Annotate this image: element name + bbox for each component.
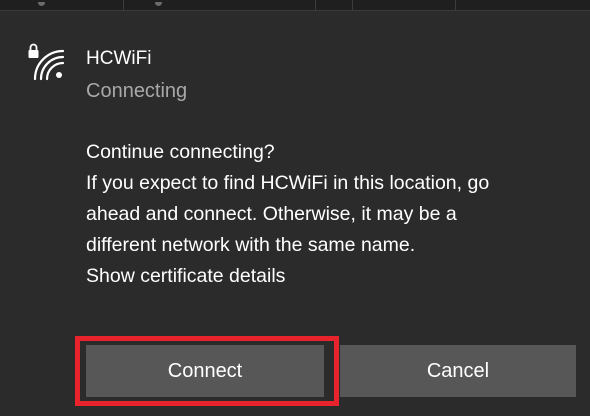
- connection-status: Connecting: [86, 80, 188, 102]
- divider: [455, 0, 456, 10]
- cancel-button[interactable]: Cancel: [340, 345, 576, 397]
- connect-button[interactable]: Connect: [86, 345, 324, 397]
- prompt-text-line: ahead and connect. Otherwise, it may be …: [86, 203, 457, 225]
- partial-icon: [38, 2, 45, 6]
- show-certificate-details-link[interactable]: Show certificate details: [86, 261, 578, 292]
- divider: [315, 0, 316, 10]
- taskbar-edge: [0, 0, 590, 11]
- prompt-text-line: different network with the same name.: [86, 234, 416, 256]
- secured-wifi-icon: [28, 43, 65, 81]
- divider: [123, 0, 124, 10]
- partial-icon: [155, 2, 162, 6]
- connection-prompt: Continue connecting? If you expect to fi…: [86, 137, 578, 292]
- wifi-flyout-panel: HCWiFi Connecting Continue connecting? I…: [0, 0, 590, 416]
- network-name: HCWiFi: [86, 48, 152, 69]
- prompt-text-line: If you expect to find HCWiFi in this loc…: [86, 172, 490, 194]
- prompt-question: Continue connecting?: [86, 141, 275, 163]
- divider: [352, 0, 353, 10]
